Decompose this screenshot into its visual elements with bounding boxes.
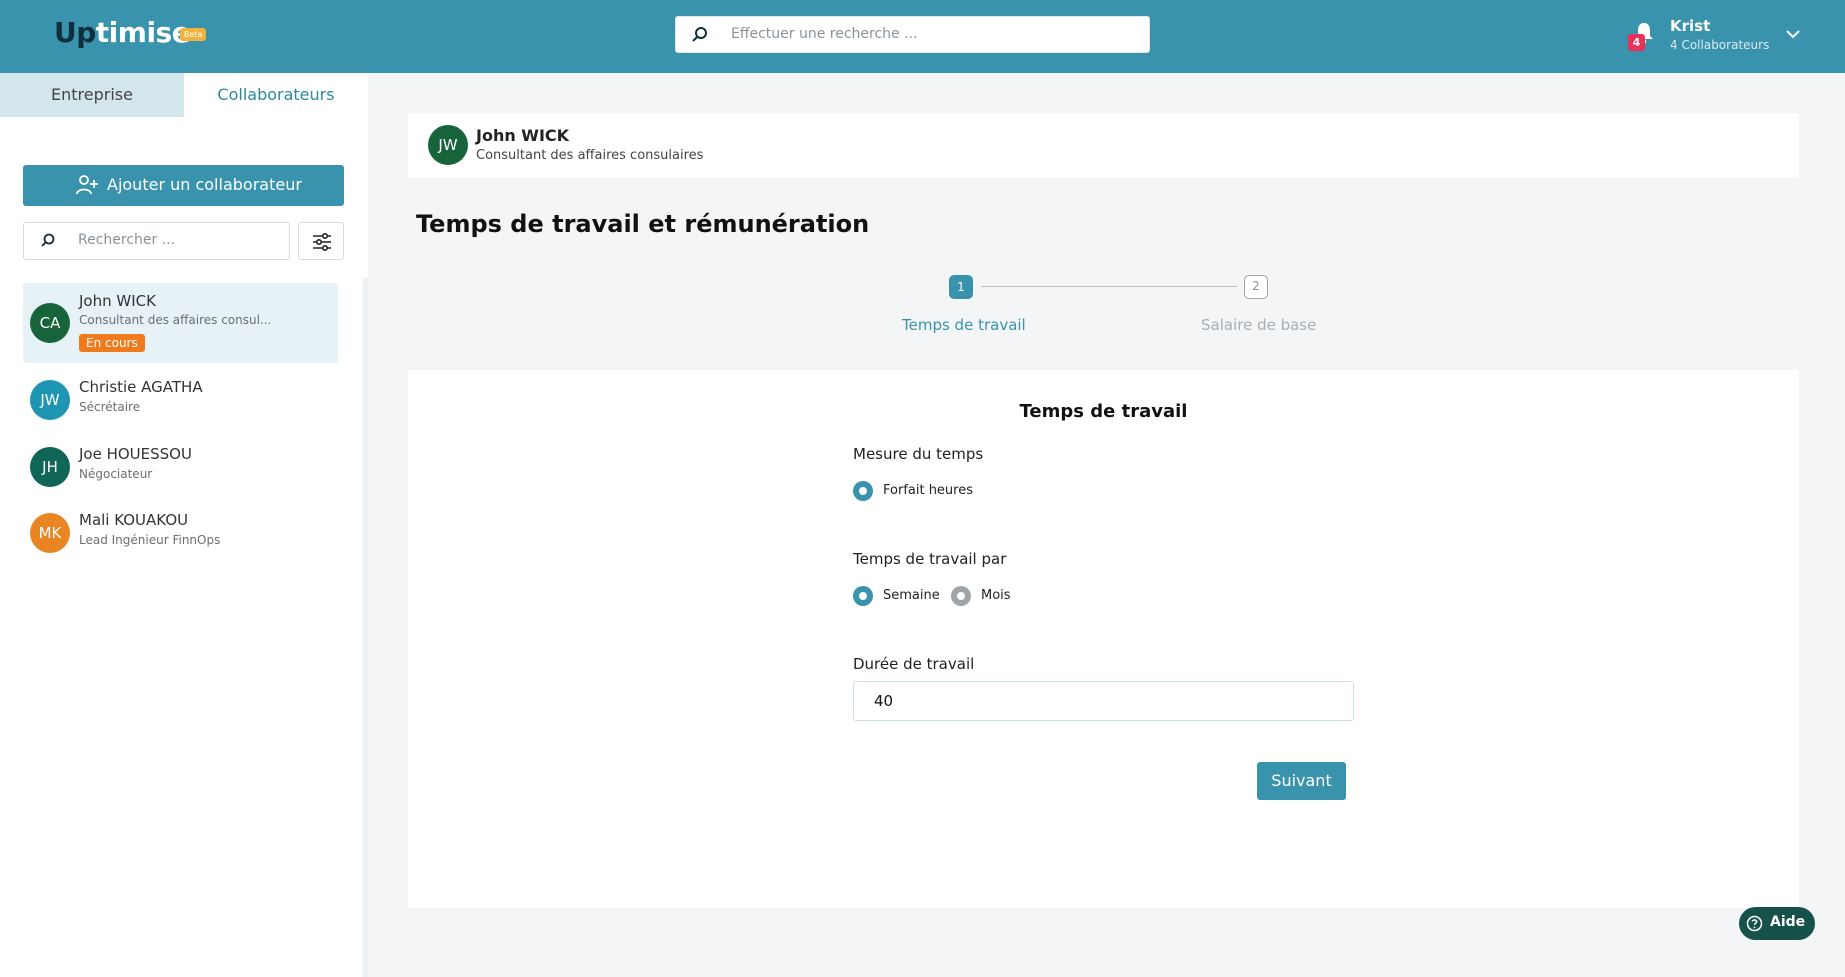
beta-badge: Beta	[180, 28, 207, 41]
top-bar: Uptimise Beta Effectuer une recherche ..…	[0, 0, 1845, 73]
user-name[interactable]: Krist	[1670, 17, 1710, 35]
user-subtitle: 4 Collaborateurs	[1670, 38, 1770, 52]
logo-text-2: timise	[95, 16, 191, 49]
step-2-indicator[interactable]: 2	[1244, 275, 1268, 299]
employee-list-item[interactable]: JW Christie AGATHA Sécrétaire	[23, 371, 338, 431]
employee-role: Sécrétaire	[79, 400, 141, 414]
form-card: Temps de travail Mesure du temps Forfait…	[408, 370, 1799, 908]
help-label: Aide	[1770, 914, 1806, 930]
add-collaborator-button[interactable]: Ajouter un collaborateur	[23, 165, 344, 206]
stepper-line	[981, 286, 1237, 287]
avatar: JH	[30, 447, 70, 487]
radio-mois[interactable]	[951, 586, 971, 606]
employee-list-item[interactable]: MK Mali KOUAKOU Lead Ingénieur FinnOps	[23, 504, 338, 564]
page-title: Temps de travail et rémunération	[416, 210, 870, 238]
radio-forfait-heures-label[interactable]: Forfait heures	[883, 483, 973, 498]
sidebar: Entreprise Collaborateurs Ajouter un col…	[0, 73, 368, 977]
next-button[interactable]: Suivant	[1257, 762, 1346, 800]
employee-list-item[interactable]: JH Joe HOUESSOU Négociateur	[23, 438, 338, 498]
filter-button[interactable]	[298, 222, 344, 260]
employee-name: Christie AGATHA	[79, 378, 203, 396]
avatar: JW	[428, 125, 468, 165]
duree-value: 40	[874, 692, 894, 710]
form-title: Temps de travail	[1019, 401, 1188, 422]
sidebar-search-input[interactable]: Rechercher ...	[23, 222, 290, 260]
employee-name: Joe HOUESSOU	[79, 445, 192, 463]
employee-name: Mali KOUAKOU	[79, 511, 189, 529]
tab-collaborateurs[interactable]: Collaborateurs	[184, 73, 368, 117]
employee-role: Lead Ingénieur FinnOps	[79, 533, 221, 547]
employee-list-item[interactable]: CA John WICK Consultant des affaires con…	[23, 283, 338, 363]
avatar: CA	[30, 303, 70, 343]
duree-label: Durée de travail	[853, 655, 975, 673]
par-label: Temps de travail par	[853, 550, 1007, 568]
profile-name: John WICK	[476, 126, 570, 145]
search-icon	[692, 27, 707, 42]
help-icon	[1746, 915, 1763, 932]
step-2-label[interactable]: Salaire de base	[1201, 316, 1316, 334]
duree-input[interactable]: 40	[853, 681, 1354, 721]
radio-mois-label[interactable]: Mois	[981, 588, 1011, 603]
avatar: JW	[30, 380, 70, 420]
chevron-down-icon[interactable]	[1785, 26, 1801, 42]
sliders-icon	[313, 232, 331, 252]
status-badge: En cours	[79, 334, 145, 352]
employee-role: Négociateur	[79, 467, 153, 481]
employee-name: John WICK	[79, 292, 156, 310]
step-1-indicator[interactable]: 1	[949, 275, 973, 299]
help-button[interactable]: Aide	[1739, 907, 1815, 940]
avatar: MK	[30, 513, 70, 553]
sidebar-tabs: Entreprise Collaborateurs	[0, 73, 368, 117]
add-collaborator-label: Ajouter un collaborateur	[107, 175, 302, 194]
sidebar-search-placeholder: Rechercher ...	[78, 232, 176, 248]
global-search-placeholder: Effectuer une recherche ...	[731, 26, 918, 42]
logo-text-1: Up	[54, 16, 96, 49]
radio-semaine[interactable]	[853, 586, 873, 606]
profile-role: Consultant des affaires consulaires	[476, 148, 704, 163]
app-logo[interactable]: Uptimise	[54, 16, 191, 49]
radio-forfait-heures[interactable]	[853, 481, 873, 501]
search-icon	[41, 233, 55, 247]
employee-role: Consultant des affaires consul...	[79, 313, 272, 327]
mesure-label: Mesure du temps	[853, 445, 984, 463]
tab-entreprise[interactable]: Entreprise	[0, 73, 184, 117]
global-search-input[interactable]: Effectuer une recherche ...	[675, 16, 1150, 53]
add-user-icon	[76, 175, 98, 195]
radio-semaine-label[interactable]: Semaine	[883, 588, 940, 603]
notification-badge: 4	[1628, 34, 1645, 51]
profile-card: JW John WICK Consultant des affaires con…	[408, 113, 1799, 178]
sidebar-divider	[363, 278, 368, 977]
step-1-label[interactable]: Temps de travail	[902, 316, 1026, 334]
